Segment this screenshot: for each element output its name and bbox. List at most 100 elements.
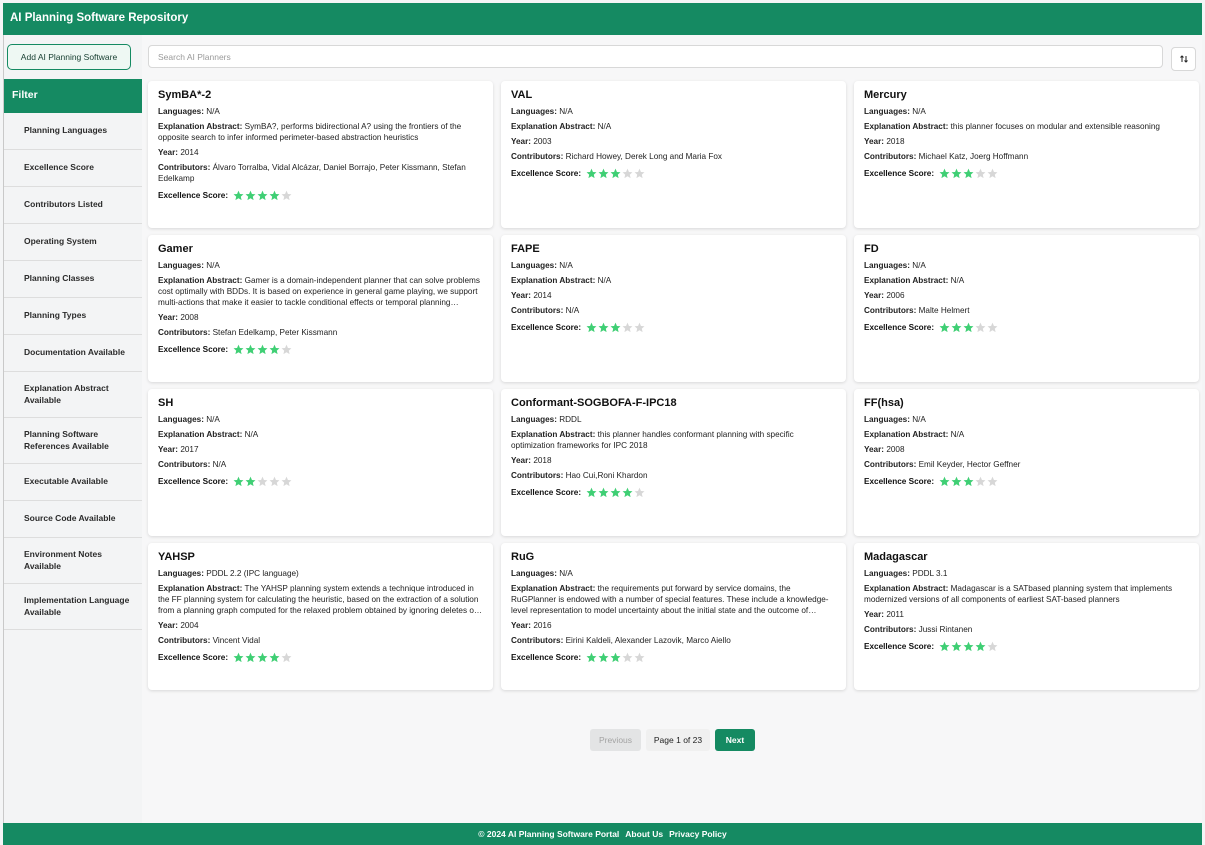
planner-title[interactable]: Conformant-SOGBOFA-F-IPC18 xyxy=(511,397,836,409)
planner-title[interactable]: Gamer xyxy=(158,243,483,255)
languages-row: Languages: N/A xyxy=(158,414,483,425)
abstract-row: Explanation Abstract: SymBA?, performs b… xyxy=(158,121,483,143)
star-filled-icon xyxy=(598,322,609,333)
planner-card[interactable]: Madagascar Languages: PDDL 3.1 Explanation… xyxy=(854,543,1199,690)
filter-item[interactable]: Explanation Abstract Available xyxy=(4,372,143,418)
planner-card[interactable]: VAL Languages: N/A Explanation Abstract: N… xyxy=(501,81,846,228)
star-filled-icon xyxy=(245,476,256,487)
privacy-policy-link[interactable]: Privacy Policy xyxy=(669,829,727,839)
abstract-row: Explanation Abstract: The YAHSP planning… xyxy=(158,583,483,616)
planner-card[interactable]: SH Languages: N/A Explanation Abstract: N/… xyxy=(148,389,493,536)
languages-row-label: Languages: xyxy=(864,107,910,116)
planner-title[interactable]: YAHSP xyxy=(158,551,483,563)
planner-card[interactable]: RuG Languages: N/A Explanation Abstract: t… xyxy=(501,543,846,690)
star-filled-icon xyxy=(233,652,244,663)
languages-row-label: Languages: xyxy=(158,107,204,116)
languages-row-label: Languages: xyxy=(511,107,557,116)
year-row-value: 2018 xyxy=(886,137,905,146)
star-empty-icon xyxy=(987,168,998,179)
excellence-score-row: Excellence Score: xyxy=(864,322,1189,333)
star-filled-icon xyxy=(586,168,597,179)
planner-title[interactable]: VAL xyxy=(511,89,836,101)
star-filled-icon xyxy=(233,190,244,201)
planner-card[interactable]: FAPE Languages: N/A Explanation Abstract: … xyxy=(501,235,846,382)
planner-title[interactable]: FF(hsa) xyxy=(864,397,1189,409)
star-rating xyxy=(586,168,645,179)
contributors-row-label: Contributors: xyxy=(864,306,917,315)
filter-item[interactable]: Source Code Available xyxy=(4,501,143,538)
star-filled-icon xyxy=(257,652,268,663)
contributors-row-value: N/A xyxy=(212,460,227,469)
star-filled-icon xyxy=(622,487,633,498)
contributors-row: Contributors: Emil Keyder, Hector Geffne… xyxy=(864,459,1189,470)
year-row-label: Year: xyxy=(511,291,532,300)
search-input[interactable] xyxy=(148,45,1163,68)
sort-button[interactable] xyxy=(1171,47,1196,71)
abstract-row-label: Explanation Abstract: xyxy=(511,276,596,285)
planner-title[interactable]: FAPE xyxy=(511,243,836,255)
filter-item[interactable]: Planning Types xyxy=(4,298,143,335)
abstract-row-label: Explanation Abstract: xyxy=(158,276,243,285)
filter-item[interactable]: Executable Available xyxy=(4,464,143,501)
star-filled-icon xyxy=(951,322,962,333)
star-empty-icon xyxy=(622,322,633,333)
excellence-score-label: Excellence Score: xyxy=(158,191,229,200)
add-planning-software-button[interactable]: Add AI Planning Software xyxy=(7,44,131,70)
planner-card[interactable]: SymBA*-2 Languages: N/A Explanation Abstra… xyxy=(148,81,493,228)
star-rating xyxy=(233,190,292,201)
next-page-button[interactable]: Next xyxy=(715,729,755,751)
planner-title[interactable]: SymBA*-2 xyxy=(158,89,483,101)
planner-card[interactable]: FD Languages: N/A Explanation Abstract: N/… xyxy=(854,235,1199,382)
planner-card[interactable]: Mercury Languages: N/A Explanation Abstrac… xyxy=(854,81,1199,228)
previous-page-button[interactable]: Previous xyxy=(590,729,641,751)
filter-item[interactable]: Planning Languages xyxy=(4,113,143,150)
abstract-row-value: N/A xyxy=(950,430,965,439)
star-filled-icon xyxy=(245,344,256,355)
star-rating xyxy=(939,168,998,179)
year-row: Year: 2008 xyxy=(864,444,1189,455)
app-title: AI Planning Software Repository xyxy=(10,12,189,24)
star-filled-icon xyxy=(233,344,244,355)
year-row-value: 2008 xyxy=(180,313,199,322)
contributors-row: Contributors: Vincent Vidal xyxy=(158,635,483,646)
filter-item[interactable]: Planning Classes xyxy=(4,261,143,298)
languages-row-label: Languages: xyxy=(864,569,910,578)
filter-item[interactable]: Operating System xyxy=(4,224,143,261)
star-empty-icon xyxy=(634,487,645,498)
star-empty-icon xyxy=(634,322,645,333)
star-empty-icon xyxy=(281,652,292,663)
contributors-row-value: Richard Howey, Derek Long and Maria Fox xyxy=(565,152,722,161)
languages-row-value: RDDL xyxy=(559,415,582,424)
filter-item[interactable]: Planning Software References Available xyxy=(4,418,143,464)
filter-item[interactable]: Implementation Language Available xyxy=(4,584,143,630)
languages-row-value: N/A xyxy=(912,415,926,424)
filter-item-label: Planning Software References Available xyxy=(24,429,109,451)
planner-title[interactable]: FD xyxy=(864,243,1189,255)
excellence-score-row: Excellence Score: xyxy=(864,641,1189,652)
about-us-link[interactable]: About Us xyxy=(625,829,663,839)
contributors-row: Contributors: Richard Howey, Derek Long … xyxy=(511,151,836,162)
abstract-row: Explanation Abstract: this planner handl… xyxy=(511,429,836,451)
year-row-value: 2011 xyxy=(886,610,904,619)
filter-list: Planning Languages Excellence Score Contri… xyxy=(4,113,143,630)
star-filled-icon xyxy=(975,641,986,652)
planner-card[interactable]: Gamer Languages: N/A Explanation Abstract:… xyxy=(148,235,493,382)
star-filled-icon xyxy=(586,487,597,498)
planner-title[interactable]: SH xyxy=(158,397,483,409)
planner-title[interactable]: Mercury xyxy=(864,89,1189,101)
star-filled-icon xyxy=(269,652,280,663)
contributors-row-value: Hao Cui,Roni Khardon xyxy=(565,471,648,480)
abstract-row-label: Explanation Abstract: xyxy=(864,430,949,439)
filter-item[interactable]: Contributors Listed xyxy=(4,187,143,224)
planner-title[interactable]: RuG xyxy=(511,551,836,563)
filter-item[interactable]: Documentation Available xyxy=(4,335,143,372)
planner-card[interactable]: YAHSP Languages: PDDL 2.2 (IPC language) E… xyxy=(148,543,493,690)
planner-card[interactable]: FF(hsa) Languages: N/A Explanation Abstrac… xyxy=(854,389,1199,536)
filter-item[interactable]: Environment Notes Available xyxy=(4,538,143,584)
filter-item[interactable]: Excellence Score xyxy=(4,150,143,187)
planner-card[interactable]: Conformant-SOGBOFA-F-IPC18 Languages: RDD… xyxy=(501,389,846,536)
star-filled-icon xyxy=(963,322,974,333)
planner-title[interactable]: Madagascar xyxy=(864,551,1189,563)
languages-row: Languages: N/A xyxy=(158,260,483,271)
languages-row-value: N/A xyxy=(559,261,573,270)
